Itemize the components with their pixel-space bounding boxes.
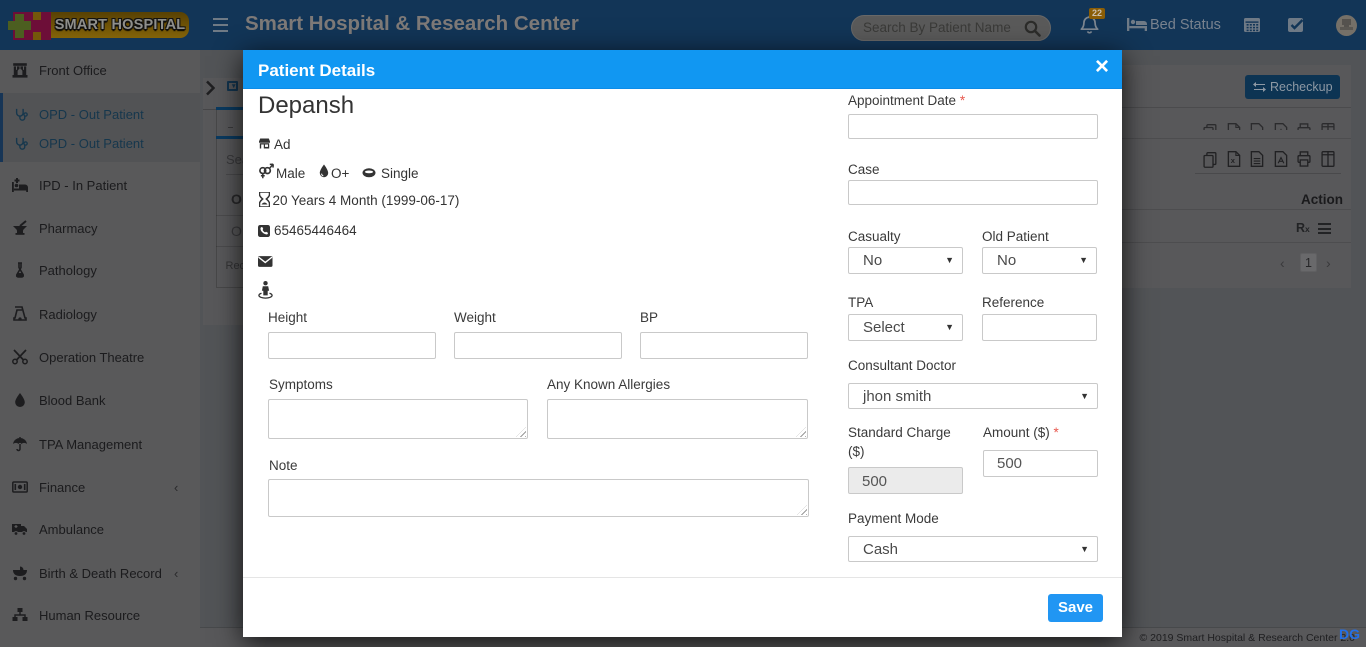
svg-text:x: x bbox=[1230, 128, 1235, 130]
svg-text:x: x bbox=[1230, 156, 1235, 165]
